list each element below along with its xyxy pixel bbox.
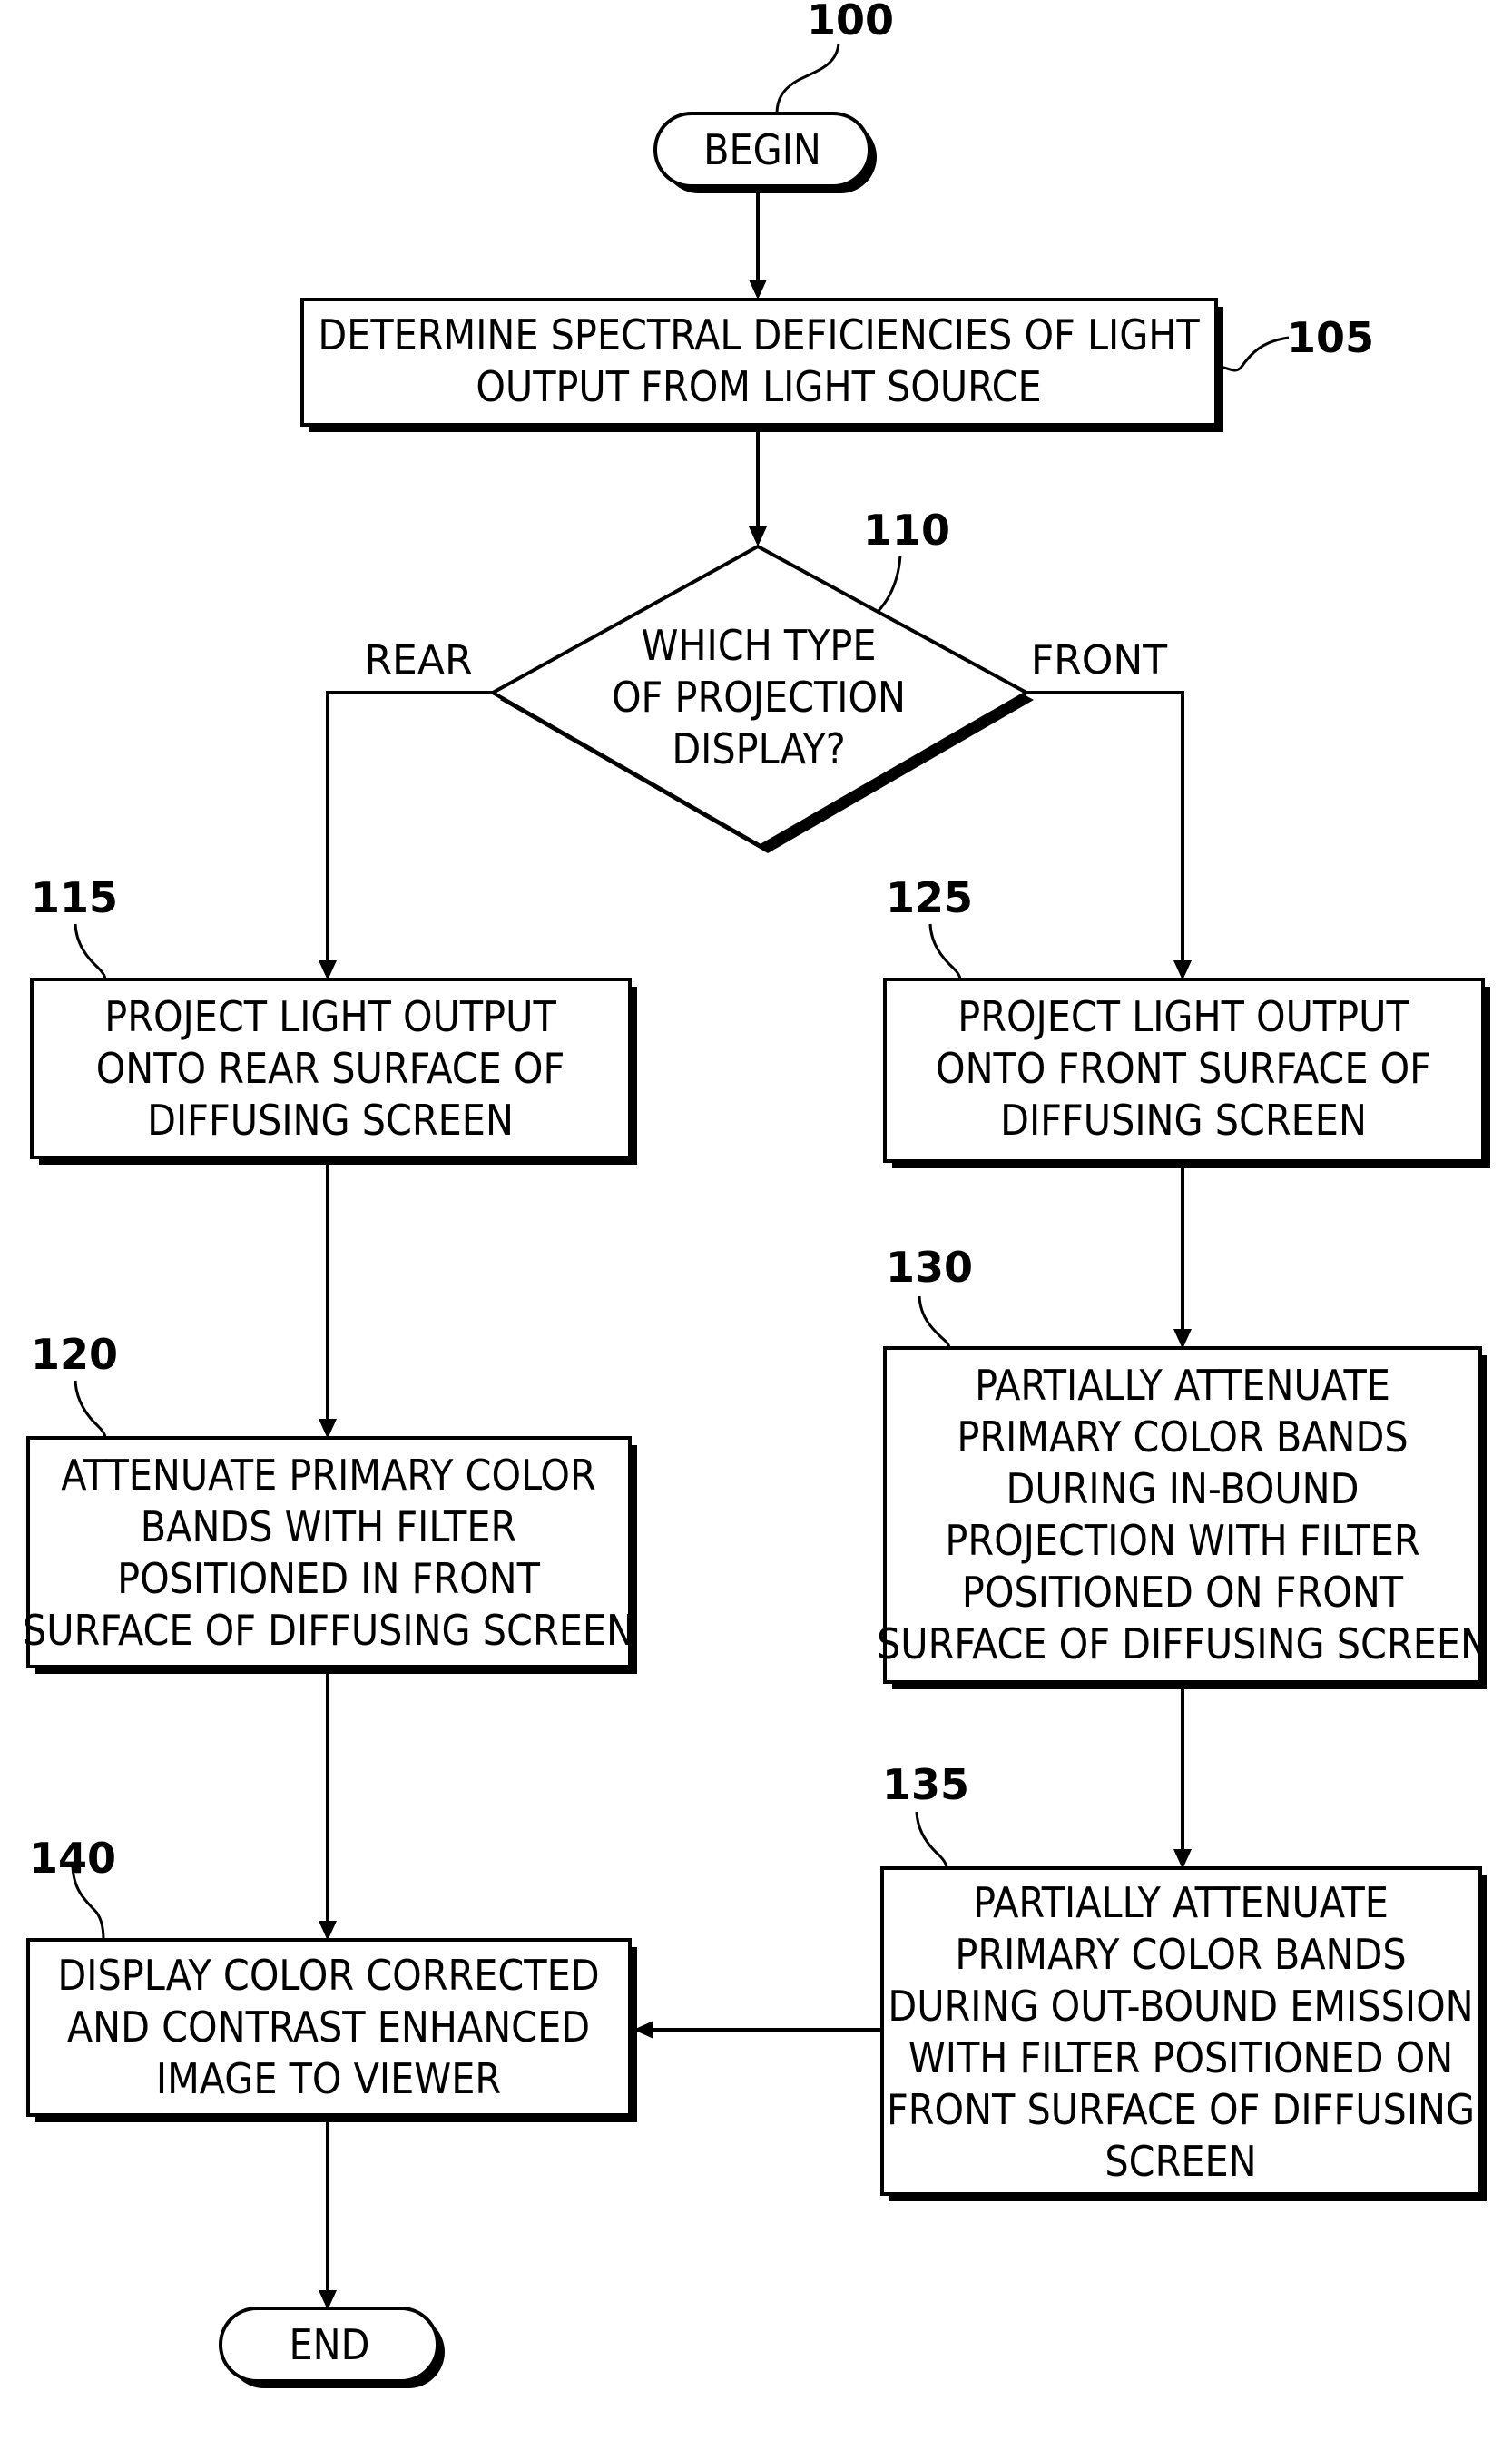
arrowhead-icon	[319, 1419, 337, 1439]
node-text-line: IMAGE TO VIEWER	[156, 2054, 501, 2103]
ref-label-125: 125	[886, 873, 973, 922]
node-text-line: PROJECT LIGHT OUTPUT	[104, 992, 556, 1041]
ref-label-135: 135	[882, 1760, 969, 1809]
arrowhead-icon	[1173, 1329, 1192, 1349]
node-text-line: POSITIONED ON FRONT	[962, 1568, 1404, 1617]
branch-label-rear: REAR	[364, 637, 472, 684]
node-decision110: WHICH TYPE OF PROJECTION DISPLAY?	[488, 544, 1034, 853]
branch-label-front: FRONT	[1031, 637, 1167, 684]
node-text: PROJECT LIGHT OUTPUT ONTO FRONT SURFACE O…	[936, 992, 1431, 1145]
node-text-line: WHICH TYPE	[641, 621, 876, 670]
node-text-line: POSITIONED IN FRONT	[117, 1554, 541, 1603]
node-text-line: ONTO FRONT SURFACE OF	[936, 1044, 1431, 1093]
node-text-line: PROJECTION WITH FILTER	[945, 1516, 1419, 1565]
leader-line-120	[74, 1380, 107, 1439]
arrowhead-icon	[319, 960, 337, 980]
leader-line-100	[775, 43, 840, 114]
node-text-line: DIFFUSING SCREEN	[1000, 1096, 1367, 1145]
leader-line-110	[876, 555, 902, 614]
node-text-line: BANDS WITH FILTER	[141, 1502, 516, 1551]
node-text: PROJECT LIGHT OUTPUT ONTO REAR SURFACE OF…	[96, 992, 565, 1145]
leader-line-130	[918, 1295, 951, 1349]
edge-110-to-125-front	[1026, 691, 1184, 962]
node-text-line: DURING OUT-BOUND EMISSION	[888, 1982, 1473, 2031]
node-text-line: DISPLAY?	[672, 724, 845, 773]
node-text-line: PRIMARY COLOR BANDS	[957, 1412, 1408, 1461]
arrowhead-icon	[749, 526, 767, 546]
node-text-line: SURFACE OF DIFFUSING SCREEN	[23, 1606, 634, 1655]
node-text-line: ONTO REAR SURFACE OF	[96, 1044, 565, 1093]
node-text-line: BEGIN	[703, 125, 821, 174]
node-begin: BEGIN	[653, 112, 877, 193]
arrowhead-icon	[749, 280, 767, 300]
node-text-line: OF PROJECTION	[612, 673, 906, 722]
arrowhead-icon	[319, 1921, 337, 1941]
node-text-line: DISPLAY COLOR CORRECTED	[57, 1951, 599, 2000]
node-text-line: SCREEN	[1105, 2137, 1256, 2186]
node-step120: ATTENUATE PRIMARY COLOR BANDS WITH FILTER…	[23, 1436, 637, 1674]
node-text: BEGIN	[703, 125, 821, 174]
ref-label-120: 120	[31, 1330, 118, 1379]
leader-line-115	[74, 923, 107, 980]
node-step105: DETERMINE SPECTRAL DEFICIENCIES OF LIGHT…	[300, 298, 1223, 432]
node-text-line: DETERMINE SPECTRAL DEFICIENCIES OF LIGHT	[318, 310, 1200, 359]
node-text-line: AND CONTRAST ENHANCED	[67, 2002, 590, 2052]
node-text-line: PARTIALLY ATTENUATE	[975, 1361, 1390, 1410]
node-end: END	[219, 2307, 445, 2388]
node-text-line: PARTIALLY ATTENUATE	[973, 1878, 1389, 1927]
ref-label-115: 115	[31, 873, 118, 922]
leader-line-125	[928, 923, 962, 980]
ref-label-130: 130	[886, 1243, 973, 1292]
flowchart: BEGIN DETERMINE SPECTRAL DEFICIENCIES OF…	[23, 0, 1490, 2388]
arrowhead-icon	[1173, 1849, 1192, 1869]
node-text-line: PROJECT LIGHT OUTPUT	[957, 992, 1409, 1041]
leader-line-105	[1215, 336, 1290, 372]
node-text-line: END	[290, 2320, 370, 2369]
node-text-line: WITH FILTER POSITIONED ON	[908, 2033, 1453, 2082]
node-text-line: DURING IN-BOUND	[1006, 1464, 1359, 1513]
node-text-line: ATTENUATE PRIMARY COLOR	[61, 1451, 595, 1500]
node-text: END	[290, 2320, 370, 2369]
node-step135: PARTIALLY ATTENUATE PRIMARY COLOR BANDS DU…	[880, 1866, 1487, 2201]
arrowhead-icon	[1173, 960, 1192, 980]
node-step115: PROJECT LIGHT OUTPUT ONTO REAR SURFACE OF…	[30, 978, 637, 1165]
ref-label-105: 105	[1287, 313, 1374, 362]
node-step130: PARTIALLY ATTENUATE PRIMARY COLOR BANDS DU…	[877, 1346, 1488, 1689]
node-text-line: OUTPUT FROM LIGHT SOURCE	[476, 362, 1041, 411]
node-step125: PROJECT LIGHT OUTPUT ONTO FRONT SURFACE O…	[883, 978, 1490, 1168]
leader-line-135	[915, 1811, 948, 1869]
node-step140: DISPLAY COLOR CORRECTED AND CONTRAST ENHA…	[26, 1938, 637, 2122]
node-text-line: SURFACE OF DIFFUSING SCREEN	[877, 1619, 1488, 1668]
node-text-line: FRONT SURFACE OF DIFFUSING	[887, 2085, 1475, 2134]
ref-label-100: 100	[807, 0, 894, 44]
ref-label-110: 110	[863, 506, 950, 555]
node-text-line: DIFFUSING SCREEN	[147, 1096, 514, 1145]
edge-110-to-115-rear	[326, 691, 493, 962]
node-text-line: PRIMARY COLOR BANDS	[955, 1930, 1406, 1979]
